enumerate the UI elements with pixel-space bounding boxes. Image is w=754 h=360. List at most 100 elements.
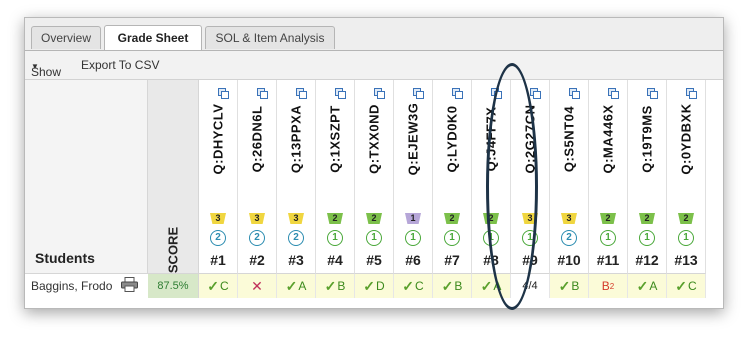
toolbar: Show ▼ Export To CSV [25,51,723,80]
grade-sheet-panel: Overview Grade Sheet SOL & Item Analysis… [24,17,724,309]
tab-sol-label: SOL & Item Analysis [215,31,325,45]
student-name[interactable]: Baggins, Frodo [31,279,112,293]
check-icon: ✓ [480,277,493,294]
question-id[interactable]: Q:J4FF7X [472,84,510,194]
answer-cell[interactable]: ✓ A [277,274,316,298]
show-menu-button[interactable]: Show ▼ [31,58,61,79]
answer-cell[interactable]: ✓ C [394,274,433,298]
question-id[interactable]: Q:1XSZPT [316,84,354,194]
question-column: Q:LYD0K0 2 1 #7 [433,80,472,274]
cross-icon: ✕ [251,277,263,294]
difficulty-level-badge: 2 [639,213,655,224]
question-number: #3 [288,252,304,268]
tab-grade-sheet[interactable]: Grade Sheet [104,25,202,50]
question-id[interactable]: Q:26DN6L [238,84,276,194]
question-id-text: Q:2G27CN [522,104,538,174]
answer-letter: A [298,279,307,293]
score-header-text: SCORE [165,226,181,274]
answer-letter: B [337,279,346,293]
score-header-cell: SCORE [148,80,199,274]
question-id[interactable]: Q:EJEW3G [394,84,432,194]
question-id[interactable]: Q:MA446X [589,84,627,194]
attempt-count: 2 [609,281,615,291]
question-number: #6 [405,252,421,268]
question-id[interactable]: Q:0YDBXK [667,84,705,194]
question-number: #12 [635,252,659,268]
question-number: #10 [557,252,581,268]
difficulty-level-badge: 3 [561,213,577,224]
check-icon: ✓ [441,277,454,294]
question-number: #11 [596,252,620,268]
answer-cell[interactable]: ✓ D [355,274,394,298]
question-column: Q:13PPXA 3 2 #3 [277,80,316,274]
question-number: #7 [444,252,460,268]
difficulty-level-badge: 3 [249,213,265,224]
answer-letter: C [220,279,229,293]
item-count-badge: 2 [210,230,226,246]
grade-grid: Students SCORE Q:DHYCLV 3 2 #1 Q:26DN6L 3 2 #2 Q… [25,80,723,308]
question-id[interactable]: Q:13PPXA [277,84,315,194]
tab-sol-item-analysis[interactable]: SOL & Item Analysis [205,26,335,49]
difficulty-level-badge: 2 [366,213,382,224]
printer-icon[interactable] [121,277,138,292]
check-icon: ✓ [558,277,571,294]
difficulty-level-badge: 2 [444,213,460,224]
question-id[interactable]: Q:DHYCLV [199,84,237,194]
answer-cell[interactable]: ✓ B [433,274,472,298]
tab-overview[interactable]: Overview [31,26,101,49]
question-id[interactable]: Q:19T9MS [628,84,666,194]
check-icon: ✓ [675,277,688,294]
answer-letter: A [493,279,502,293]
difficulty-level-badge: 2 [600,213,616,224]
answer-cell[interactable]: ✓ A [628,274,667,298]
tab-overview-label: Overview [40,31,91,45]
answer-letter: B [571,279,580,293]
question-number: #4 [327,252,343,268]
question-id-text: Q:DHYCLV [210,103,226,175]
answer-letter: B [454,279,463,293]
question-column: Q:TXX0ND 2 1 #5 [355,80,394,274]
question-id-text: Q:EJEW3G [405,102,421,176]
partial-score: 4/4 [522,280,538,292]
students-header: Students [35,250,95,266]
check-icon: ✓ [207,277,220,294]
check-icon: ✓ [636,277,649,294]
answer-letter: C [415,279,424,293]
score-header: SCORE [161,225,185,275]
question-id[interactable]: Q:2G27CN [511,84,549,194]
difficulty-level-badge: 1 [405,213,421,224]
check-icon: ✓ [324,277,337,294]
answer-letter: A [649,279,658,293]
difficulty-level-badge: 2 [483,213,499,224]
difficulty-level-badge: 2 [327,213,343,224]
question-id-text: Q:1XSZPT [327,105,343,173]
question-id-text: Q:19T9MS [639,105,655,173]
question-id[interactable]: Q:S5NT04 [550,84,588,194]
answer-cell[interactable]: B2 [589,274,628,298]
export-csv-link[interactable]: Export To CSV [81,58,159,72]
tab-grade-sheet-label: Grade Sheet [117,31,189,45]
students-header-cell: Students [25,80,148,274]
question-id-text: Q:LYD0K0 [444,105,460,173]
answer-letter: D [376,279,385,293]
question-column: Q:19T9MS 2 1 #12 [628,80,667,274]
question-id[interactable]: Q:LYD0K0 [433,84,471,194]
answer-cell[interactable]: ✓ B [316,274,355,298]
question-column: Q:0YDBXK 2 1 #13 [667,80,706,274]
answer-cell[interactable]: 4/4 [511,274,550,298]
answer-cell[interactable]: ✓ A [472,274,511,298]
answer-cell[interactable]: ✕ [238,274,277,298]
question-id[interactable]: Q:TXX0ND [355,84,393,194]
item-count-badge: 1 [405,230,421,246]
item-count-badge: 1 [639,230,655,246]
answer-cell[interactable]: ✓ C [667,274,706,298]
item-count-badge: 1 [483,230,499,246]
item-count-badge: 1 [600,230,616,246]
difficulty-level-badge: 3 [210,213,226,224]
question-id-text: Q:26DN6L [249,105,265,173]
answer-cell[interactable]: ✓ B [550,274,589,298]
answer-cell[interactable]: ✓ C [199,274,238,298]
item-count-badge: 1 [678,230,694,246]
item-count-badge: 2 [288,230,304,246]
question-id-text: Q:13PPXA [288,104,304,174]
